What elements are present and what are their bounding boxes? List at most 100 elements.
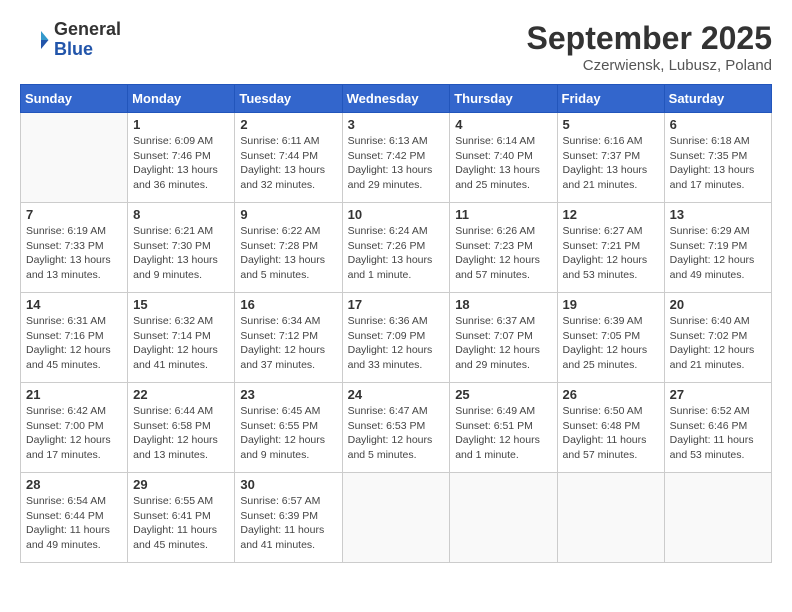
day-info: Sunrise: 6:31 AM Sunset: 7:16 PM Dayligh…	[26, 314, 122, 373]
calendar-cell: 10 Sunrise: 6:24 AM Sunset: 7:26 PM Dayli…	[342, 203, 450, 293]
day-info: Sunrise: 6:16 AM Sunset: 7:37 PM Dayligh…	[563, 134, 659, 193]
day-number: 10	[348, 207, 445, 222]
calendar-cell	[664, 473, 771, 563]
calendar-cell: 21 Sunrise: 6:42 AM Sunset: 7:00 PM Dayli…	[21, 383, 128, 473]
calendar-cell: 4 Sunrise: 6:14 AM Sunset: 7:40 PM Daylig…	[450, 113, 557, 203]
day-number: 16	[240, 297, 336, 312]
weekday-header-tuesday: Tuesday	[235, 85, 342, 113]
calendar-cell: 1 Sunrise: 6:09 AM Sunset: 7:46 PM Daylig…	[128, 113, 235, 203]
day-info: Sunrise: 6:52 AM Sunset: 6:46 PM Dayligh…	[670, 404, 766, 463]
calendar-cell: 29 Sunrise: 6:55 AM Sunset: 6:41 PM Dayli…	[128, 473, 235, 563]
logo-icon	[20, 25, 50, 55]
logo-general: General	[54, 19, 121, 39]
day-number: 25	[455, 387, 551, 402]
day-number: 1	[133, 117, 229, 132]
day-number: 14	[26, 297, 122, 312]
calendar-cell: 14 Sunrise: 6:31 AM Sunset: 7:16 PM Dayli…	[21, 293, 128, 383]
calendar-cell: 16 Sunrise: 6:34 AM Sunset: 7:12 PM Dayli…	[235, 293, 342, 383]
day-number: 29	[133, 477, 229, 492]
calendar-cell: 13Sunrise: 6:29 AM Sunset: 7:19 PM Dayli…	[664, 203, 771, 293]
calendar-cell: 25Sunrise: 6:49 AM Sunset: 6:51 PM Dayli…	[450, 383, 557, 473]
day-info: Sunrise: 6:22 AM Sunset: 7:28 PM Dayligh…	[240, 224, 336, 283]
day-number: 23	[240, 387, 336, 402]
calendar-cell: 26 Sunrise: 6:50 AM Sunset: 6:48 PM Dayli…	[557, 383, 664, 473]
calendar-cell: 6Sunrise: 6:18 AM Sunset: 7:35 PM Daylig…	[664, 113, 771, 203]
day-number: 9	[240, 207, 336, 222]
day-info: Sunrise: 6:29 AM Sunset: 7:19 PM Dayligh…	[670, 224, 766, 283]
calendar-cell: 5 Sunrise: 6:16 AM Sunset: 7:37 PM Daylig…	[557, 113, 664, 203]
calendar-cell: 20Sunrise: 6:40 AM Sunset: 7:02 PM Dayli…	[664, 293, 771, 383]
day-info: Sunrise: 6:47 AM Sunset: 6:53 PM Dayligh…	[348, 404, 445, 463]
day-info: Sunrise: 6:40 AM Sunset: 7:02 PM Dayligh…	[670, 314, 766, 373]
day-number: 26	[563, 387, 659, 402]
day-number: 21	[26, 387, 122, 402]
calendar-cell: 28 Sunrise: 6:54 AM Sunset: 6:44 PM Dayli…	[21, 473, 128, 563]
day-info: Sunrise: 6:55 AM Sunset: 6:41 PM Dayligh…	[133, 494, 229, 553]
calendar-cell	[21, 113, 128, 203]
page-header: General Blue September 2025 Czerwiensk, …	[20, 20, 772, 74]
calendar-cell: 17Sunrise: 6:36 AM Sunset: 7:09 PM Dayli…	[342, 293, 450, 383]
day-number: 18	[455, 297, 551, 312]
calendar-cell	[342, 473, 450, 563]
calendar-cell: 2Sunrise: 6:11 AM Sunset: 7:44 PM Daylig…	[235, 113, 342, 203]
calendar-cell: 22 Sunrise: 6:44 AM Sunset: 6:58 PM Dayli…	[128, 383, 235, 473]
day-number: 15	[133, 297, 229, 312]
week-row-3: 14 Sunrise: 6:31 AM Sunset: 7:16 PM Dayli…	[21, 293, 772, 383]
weekday-header-sunday: Sunday	[21, 85, 128, 113]
day-number: 12	[563, 207, 659, 222]
day-number: 7	[26, 207, 122, 222]
month-title: September 2025	[527, 20, 772, 57]
day-info: Sunrise: 6:26 AM Sunset: 7:23 PM Dayligh…	[455, 224, 551, 283]
calendar-cell: 19 Sunrise: 6:39 AM Sunset: 7:05 PM Dayli…	[557, 293, 664, 383]
day-number: 4	[455, 117, 551, 132]
weekday-header-saturday: Saturday	[664, 85, 771, 113]
day-info: Sunrise: 6:50 AM Sunset: 6:48 PM Dayligh…	[563, 404, 659, 463]
calendar-cell: 3 Sunrise: 6:13 AM Sunset: 7:42 PM Daylig…	[342, 113, 450, 203]
day-number: 30	[240, 477, 336, 492]
calendar-cell: 18 Sunrise: 6:37 AM Sunset: 7:07 PM Dayli…	[450, 293, 557, 383]
day-info: Sunrise: 6:42 AM Sunset: 7:00 PM Dayligh…	[26, 404, 122, 463]
calendar: SundayMondayTuesdayWednesdayThursdayFrid…	[20, 84, 772, 563]
calendar-cell: 30Sunrise: 6:57 AM Sunset: 6:39 PM Dayli…	[235, 473, 342, 563]
day-info: Sunrise: 6:09 AM Sunset: 7:46 PM Dayligh…	[133, 134, 229, 193]
calendar-cell	[557, 473, 664, 563]
calendar-cell: 15 Sunrise: 6:32 AM Sunset: 7:14 PM Dayli…	[128, 293, 235, 383]
day-info: Sunrise: 6:27 AM Sunset: 7:21 PM Dayligh…	[563, 224, 659, 283]
weekday-header-monday: Monday	[128, 85, 235, 113]
day-number: 28	[26, 477, 122, 492]
calendar-cell: 27Sunrise: 6:52 AM Sunset: 6:46 PM Dayli…	[664, 383, 771, 473]
day-number: 3	[348, 117, 445, 132]
day-info: Sunrise: 6:13 AM Sunset: 7:42 PM Dayligh…	[348, 134, 445, 193]
day-number: 22	[133, 387, 229, 402]
location: Czerwiensk, Lubusz, Poland	[527, 57, 772, 74]
day-info: Sunrise: 6:54 AM Sunset: 6:44 PM Dayligh…	[26, 494, 122, 553]
day-number: 8	[133, 207, 229, 222]
day-number: 24	[348, 387, 445, 402]
calendar-cell: 9 Sunrise: 6:22 AM Sunset: 7:28 PM Daylig…	[235, 203, 342, 293]
title-area: September 2025 Czerwiensk, Lubusz, Polan…	[527, 20, 772, 74]
day-number: 11	[455, 207, 551, 222]
week-row-1: 1 Sunrise: 6:09 AM Sunset: 7:46 PM Daylig…	[21, 113, 772, 203]
weekday-header-wednesday: Wednesday	[342, 85, 450, 113]
logo-text: General Blue	[54, 20, 121, 60]
calendar-cell: 23Sunrise: 6:45 AM Sunset: 6:55 PM Dayli…	[235, 383, 342, 473]
day-info: Sunrise: 6:37 AM Sunset: 7:07 PM Dayligh…	[455, 314, 551, 373]
day-info: Sunrise: 6:14 AM Sunset: 7:40 PM Dayligh…	[455, 134, 551, 193]
day-number: 5	[563, 117, 659, 132]
day-number: 2	[240, 117, 336, 132]
calendar-cell	[450, 473, 557, 563]
calendar-cell: 7Sunrise: 6:19 AM Sunset: 7:33 PM Daylig…	[21, 203, 128, 293]
day-info: Sunrise: 6:32 AM Sunset: 7:14 PM Dayligh…	[133, 314, 229, 373]
calendar-cell: 12 Sunrise: 6:27 AM Sunset: 7:21 PM Dayli…	[557, 203, 664, 293]
day-number: 19	[563, 297, 659, 312]
day-info: Sunrise: 6:24 AM Sunset: 7:26 PM Dayligh…	[348, 224, 445, 283]
day-info: Sunrise: 6:39 AM Sunset: 7:05 PM Dayligh…	[563, 314, 659, 373]
calendar-body: 1 Sunrise: 6:09 AM Sunset: 7:46 PM Daylig…	[21, 113, 772, 563]
weekday-row: SundayMondayTuesdayWednesdayThursdayFrid…	[21, 85, 772, 113]
day-info: Sunrise: 6:44 AM Sunset: 6:58 PM Dayligh…	[133, 404, 229, 463]
logo: General Blue	[20, 20, 121, 60]
day-info: Sunrise: 6:36 AM Sunset: 7:09 PM Dayligh…	[348, 314, 445, 373]
week-row-5: 28 Sunrise: 6:54 AM Sunset: 6:44 PM Dayli…	[21, 473, 772, 563]
day-info: Sunrise: 6:34 AM Sunset: 7:12 PM Dayligh…	[240, 314, 336, 373]
calendar-cell: 8Sunrise: 6:21 AM Sunset: 7:30 PM Daylig…	[128, 203, 235, 293]
